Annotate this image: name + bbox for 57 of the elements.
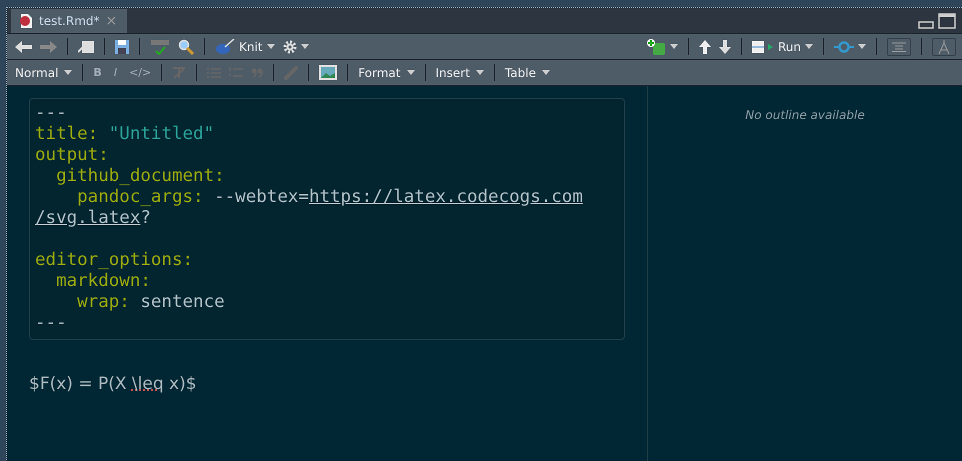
url-link[interactable]: /svg.latex [35, 208, 140, 228]
knit-button[interactable]: Knit [215, 38, 263, 54]
yaml-key: title: [35, 124, 98, 144]
yaml-value: sentence [139, 292, 225, 312]
spellcheck-icon[interactable] [150, 38, 170, 54]
editor-tab[interactable]: test.Rmd* × [11, 9, 128, 33]
yaml-key: pandoc_args: [35, 187, 204, 207]
down-arrow-icon[interactable] [718, 40, 731, 54]
search-icon[interactable] [178, 38, 194, 54]
up-arrow-icon[interactable] [698, 40, 711, 54]
caret-icon [64, 70, 72, 75]
code-button[interactable]: </> [129, 66, 152, 79]
publish-icon[interactable] [834, 40, 854, 52]
visual-editor-button[interactable] [932, 38, 956, 56]
yaml-delimiter: --- [35, 313, 67, 333]
outline-toggle-button[interactable] [887, 38, 911, 56]
caret-icon[interactable] [670, 44, 678, 49]
insert-chunk-icon[interactable] [646, 38, 666, 54]
outline-lines-icon [892, 42, 906, 52]
caret-icon[interactable] [805, 44, 813, 49]
back-arrow-icon[interactable] [15, 40, 32, 52]
caret-icon [542, 70, 550, 75]
paragraph-style-dropdown[interactable]: Normal [15, 66, 72, 80]
caret-icon[interactable] [858, 44, 866, 49]
math-text-line: $F(x) = P(X \leq x)$ [29, 374, 198, 394]
yaml-value: ? [140, 208, 151, 228]
run-button[interactable]: Run [752, 40, 801, 54]
outline-message: No outline available [745, 108, 865, 123]
popout-window-icon[interactable] [78, 40, 94, 52]
yaml-key: editor_options: [35, 250, 194, 270]
toolbar-menu[interactable]: Format [358, 66, 414, 80]
yaml-delimiter: --- [35, 103, 67, 123]
yaml-key: github_document: [35, 166, 225, 186]
maximize-icon[interactable] [938, 13, 956, 29]
run-lines-icon [752, 40, 774, 52]
caret-icon[interactable] [300, 44, 309, 49]
yaml-key: markdown: [35, 271, 151, 291]
caret-icon [476, 70, 484, 75]
gear-icon[interactable] [282, 40, 297, 54]
italic-button[interactable]: I [114, 66, 118, 79]
bold-button[interactable]: B [93, 66, 102, 79]
toolbar-menu[interactable]: Table [504, 66, 550, 80]
yaml-string: "Untitled" [108, 124, 214, 144]
toolbar-menu[interactable]: Insert [436, 66, 484, 80]
image-icon[interactable] [319, 65, 338, 80]
yarn-ball-icon [215, 38, 235, 54]
yaml-key: wrap: [35, 292, 130, 312]
yaml-key: output: [35, 145, 109, 165]
url-link[interactable]: https://latex.codecogs.com [308, 187, 583, 207]
minimize-icon[interactable] [918, 21, 934, 29]
caret-icon [406, 70, 414, 75]
save-icon[interactable] [115, 40, 129, 54]
yaml-value: --webtex= [213, 187, 309, 207]
compass-icon [938, 40, 950, 54]
caret-icon[interactable] [266, 44, 275, 49]
rmd-file-icon [19, 13, 33, 29]
tab-title: test.Rmd* [39, 14, 100, 28]
